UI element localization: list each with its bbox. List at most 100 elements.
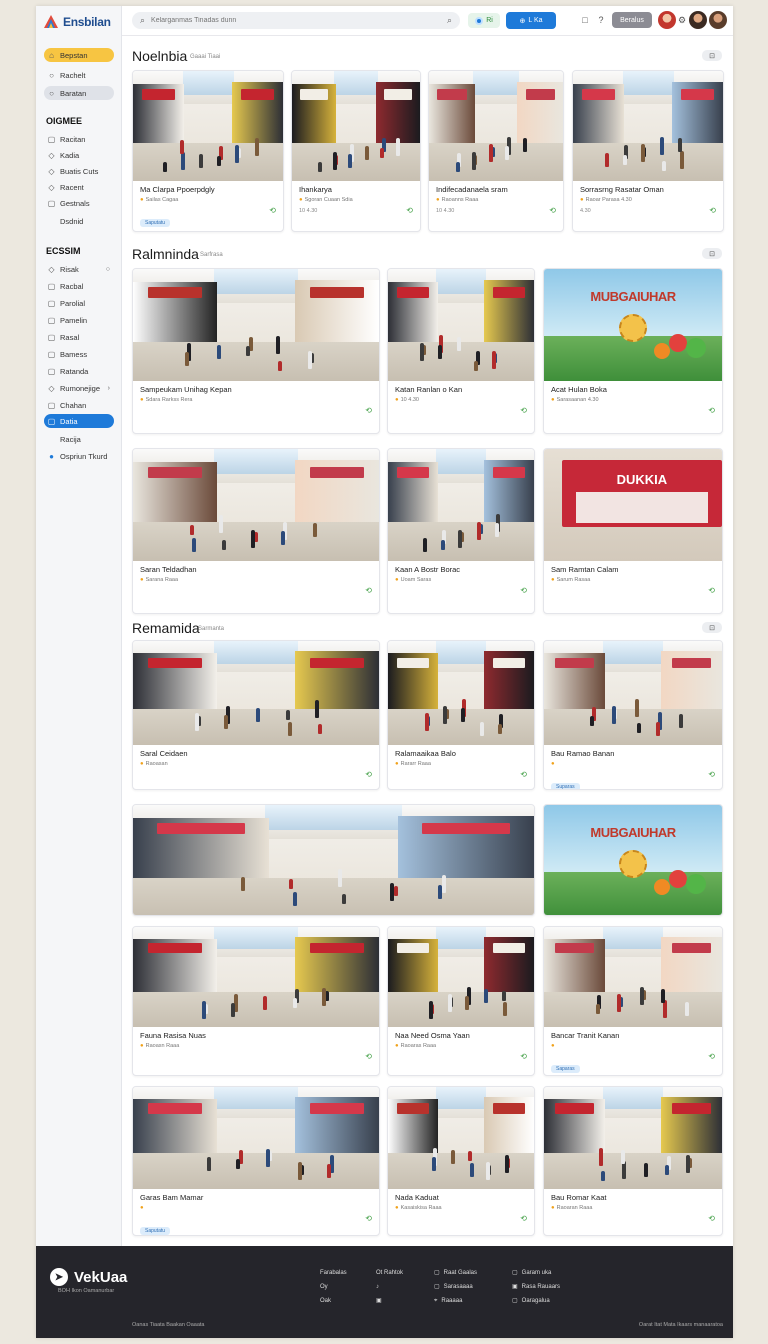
avatar[interactable] xyxy=(689,11,707,29)
sidebar-item[interactable]: ◇ Racent xyxy=(44,180,114,194)
footer-link[interactable]: ▢ Raat Gaalas xyxy=(434,1266,477,1280)
store-card[interactable]: Naa Need Osma Yaan ● Raoaras Raaa ⟲ xyxy=(387,926,535,1076)
sidebar-item[interactable]: ◇ Buatis Cuts xyxy=(44,164,114,178)
share-icon[interactable]: ⟲ xyxy=(708,1052,715,1061)
share-icon[interactable]: ⟲ xyxy=(365,406,372,415)
store-card[interactable] xyxy=(132,804,535,916)
store-card[interactable]: Katan Ranlan o Kan ● 10 4.30 ⟲ xyxy=(387,268,535,434)
section-action-button[interactable]: ⊡ xyxy=(702,50,722,61)
card-thumbnail[interactable] xyxy=(388,641,534,745)
card-thumbnail[interactable] xyxy=(133,1087,379,1189)
notification-icon[interactable]: □ xyxy=(580,15,590,25)
card-thumbnail[interactable] xyxy=(388,927,534,1027)
footer-link-icon[interactable]: ♪ xyxy=(376,1280,403,1294)
sidebar-item[interactable]: ▢ Gestnals xyxy=(44,196,114,210)
help-icon[interactable]: ? xyxy=(596,15,606,25)
sidebar-item[interactable]: ▢ Pamelin xyxy=(44,313,114,327)
card-thumbnail[interactable] xyxy=(388,269,534,381)
store-card[interactable]: Fauna Rasisa Nuas ● Raoasn Raaa ⟲ xyxy=(132,926,380,1076)
primary-button[interactable]: ⊕ L Ka xyxy=(506,12,556,29)
settings-icon[interactable]: ⚙ xyxy=(677,15,687,25)
card-thumbnail[interactable] xyxy=(133,927,379,1027)
card-thumbnail[interactable] xyxy=(388,449,534,561)
section-action-button[interactable]: ⊡ xyxy=(702,248,722,259)
store-card[interactable]: Ma Clarpa Ppoerpdgly ● Sailas Cagaa ⟲ Saputa… xyxy=(132,70,284,232)
store-card[interactable]: Bau Romar Kaat ● Raoaran Raaa ⟲ xyxy=(543,1086,723,1236)
share-icon[interactable]: ⟲ xyxy=(708,586,715,595)
card-thumbnail[interactable] xyxy=(544,1087,722,1189)
footer-link[interactable]: ▢ Garam uka xyxy=(512,1266,560,1280)
store-card[interactable]: Kaan A Bostr Borac ● Uoam Saras ⟲ xyxy=(387,448,535,614)
card-thumbnail[interactable]: MUBGAIUHAR xyxy=(544,269,722,381)
share-icon[interactable]: ⟲ xyxy=(406,206,413,215)
store-card[interactable]: Bancar Tranit Kanan ● ⟲ Saparas xyxy=(543,926,723,1076)
card-thumbnail[interactable] xyxy=(544,641,722,745)
store-card[interactable]: Sampeukam Unihag Kepan ● Sdara Rarkss Rera… xyxy=(132,268,380,434)
share-icon[interactable]: ⟲ xyxy=(520,406,527,415)
footer-link[interactable]: ▣ Rasa Rauaars xyxy=(512,1280,560,1294)
store-card[interactable]: MUBGAIUHAR xyxy=(543,804,723,916)
sidebar-item-3[interactable]: ○ Baratan xyxy=(44,86,114,100)
card-thumbnail[interactable]: MUBGAIUHAR xyxy=(544,805,722,915)
footer-link-icon[interactable]: ▣ xyxy=(376,1294,403,1308)
app-logo[interactable]: Ensbilan xyxy=(44,12,111,32)
card-thumbnail[interactable] xyxy=(544,927,722,1027)
card-thumbnail[interactable] xyxy=(429,71,563,181)
share-icon[interactable]: ⟲ xyxy=(269,206,276,215)
footer-link[interactable]: Oy xyxy=(320,1280,347,1294)
status-toggle[interactable]: Ri xyxy=(468,13,500,28)
card-thumbnail[interactable] xyxy=(388,1087,534,1189)
sidebar-item[interactable]: ▢ Parolial xyxy=(44,296,114,310)
sidebar-item[interactable]: ▢ Racbal xyxy=(44,279,114,293)
share-icon[interactable]: ⟲ xyxy=(365,1214,372,1223)
footer-link[interactable]: ⌖ Raaaaa xyxy=(434,1294,477,1308)
store-card[interactable]: Sorrasrng Rasatar Oman ● Raoar Parasa 4.30… xyxy=(572,70,724,232)
search-submit-icon[interactable]: ⌕ xyxy=(447,15,452,26)
sidebar-item[interactable]: ▢ Bamess xyxy=(44,347,114,361)
store-card[interactable]: Indifecadanaela sram ● Raoanns Raaa 10 4.30… xyxy=(428,70,564,232)
sidebar-item[interactable]: ▢ Chahan xyxy=(44,398,114,412)
footer-link[interactable]: Oak xyxy=(320,1294,347,1308)
share-icon[interactable]: ⟲ xyxy=(708,1214,715,1223)
card-thumbnail[interactable] xyxy=(292,71,420,181)
share-icon[interactable]: ⟲ xyxy=(520,586,527,595)
store-card[interactable]: Ralamaaikaa Balo ● Rararr Raaa ⟲ xyxy=(387,640,535,790)
store-card[interactable]: Saran Teldadhan ● Sarana Raaa ⟲ xyxy=(132,448,380,614)
sidebar-item[interactable]: ◇ Rumonejige › xyxy=(44,381,114,395)
footer-link[interactable]: Ot Rahtok xyxy=(376,1266,403,1280)
sidebar-item-2[interactable]: ○ Rachelt xyxy=(44,68,114,82)
store-card[interactable]: DUKKIA Sam Ramtan Calam ● Sarum Rasaa ⟲ xyxy=(543,448,723,614)
store-card[interactable]: MUBGAIUHAR Acat Hulan Boka ● Sarasaanan 4.3… xyxy=(543,268,723,434)
share-icon[interactable]: ⟲ xyxy=(365,770,372,779)
store-card[interactable]: Saral Ceidaen ● Raoasan ⟲ xyxy=(132,640,380,790)
sidebar-item-active[interactable]: ▢ Datia xyxy=(44,414,114,428)
sidebar-item[interactable]: ● Ospriun Tkurd xyxy=(44,449,114,463)
sidebar-item[interactable]: ▢ Racitan xyxy=(44,132,114,146)
section-action-button[interactable]: ⊡ xyxy=(702,622,722,633)
store-card[interactable]: Bau Ramao Banan ● ⟲ Suparas xyxy=(543,640,723,790)
sidebar-item[interactable]: ▢ Ratanda xyxy=(44,364,114,378)
share-icon[interactable]: ⟲ xyxy=(708,770,715,779)
sidebar-item-home[interactable]: ⌂ Bepstan xyxy=(44,48,114,62)
card-thumbnail[interactable] xyxy=(133,269,379,381)
store-card[interactable]: Nada Kaduat ● Kasaiskisa Raaa ⟲ xyxy=(387,1086,535,1236)
store-card[interactable]: Garas Bam Mamar ● ⟲ Saputatu xyxy=(132,1086,380,1236)
search-bar[interactable]: ⌕ ⌕ xyxy=(132,12,460,29)
footer-logo[interactable]: ➤ VekUaa xyxy=(50,1268,127,1286)
share-icon[interactable]: ⟲ xyxy=(709,206,716,215)
share-icon[interactable]: ⟲ xyxy=(549,206,556,215)
card-thumbnail[interactable] xyxy=(133,641,379,745)
share-icon[interactable]: ⟲ xyxy=(708,406,715,415)
sidebar-item[interactable]: ▢ Rasal xyxy=(44,330,114,344)
share-icon[interactable]: ⟲ xyxy=(520,770,527,779)
footer-link[interactable]: Farabalas xyxy=(320,1266,347,1280)
avatar[interactable] xyxy=(709,11,727,29)
search-input[interactable] xyxy=(151,17,441,24)
sidebar-item[interactable]: ◇ Kadia xyxy=(44,148,114,162)
secondary-button[interactable]: Beralus xyxy=(612,12,652,28)
card-thumbnail[interactable] xyxy=(133,449,379,561)
share-icon[interactable]: ⟲ xyxy=(365,586,372,595)
sidebar-item[interactable]: Racija xyxy=(44,432,114,446)
share-icon[interactable]: ⟲ xyxy=(520,1214,527,1223)
avatar[interactable] xyxy=(658,11,676,29)
